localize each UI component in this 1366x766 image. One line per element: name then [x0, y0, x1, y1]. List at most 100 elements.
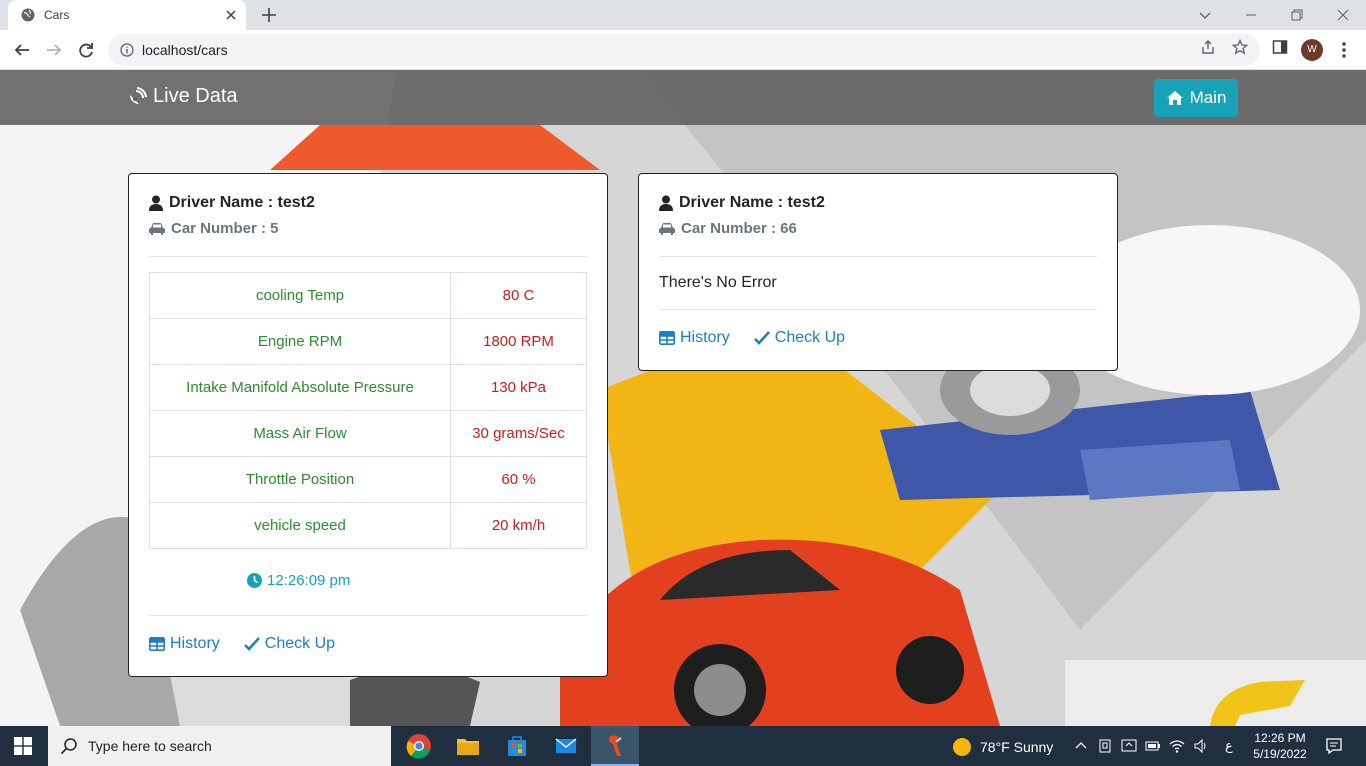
- profile-avatar[interactable]: W: [1301, 39, 1323, 61]
- reading-value: 20 km/h: [450, 502, 587, 549]
- chevron-up-icon[interactable]: [1073, 738, 1089, 754]
- battery-icon[interactable]: [1145, 738, 1161, 754]
- time-text: 12:26:09 pm: [267, 572, 351, 589]
- home-icon: [1166, 91, 1183, 105]
- input-language[interactable]: ع: [1225, 738, 1233, 754]
- car-number-text: Car Number : 66: [681, 220, 797, 237]
- minimize-icon[interactable]: [1239, 4, 1263, 26]
- weather-widget[interactable]: 78°F Sunny: [952, 737, 1053, 757]
- wifi-icon[interactable]: [1169, 738, 1185, 754]
- car-number-text: Car Number : 5: [171, 220, 279, 237]
- site-info-icon[interactable]: [120, 43, 134, 57]
- new-tab-icon[interactable]: [259, 5, 279, 25]
- checkup-label: Check Up: [774, 329, 846, 346]
- top-navbar: Live Data Main: [0, 70, 1366, 125]
- reading-label: cooling Temp: [149, 272, 451, 319]
- reading-value: 80 C: [450, 272, 587, 319]
- driver-name: Driver Name : test2: [659, 194, 825, 212]
- user-icon: [659, 195, 673, 211]
- card-actions: History Check Up: [659, 329, 845, 347]
- clock-icon: [247, 573, 262, 588]
- forward-arrow-icon[interactable]: [44, 40, 64, 60]
- car-number: Car Number : 5: [149, 220, 279, 237]
- reload-icon[interactable]: [76, 40, 96, 60]
- table-row: Intake Manifold Absolute Pressure 130 kP…: [149, 364, 587, 411]
- reading-label: Engine RPM: [149, 318, 451, 365]
- weather-text: 78°F Sunny: [980, 739, 1054, 755]
- checkup-label: Check Up: [264, 635, 336, 652]
- chrome-icon[interactable]: [405, 732, 433, 760]
- volume-icon[interactable]: [1193, 738, 1209, 754]
- main-button[interactable]: Main: [1154, 79, 1238, 117]
- table-icon: [659, 331, 675, 345]
- globe-icon: [21, 8, 35, 22]
- car-icon: [149, 223, 165, 235]
- history-label: History: [680, 329, 730, 346]
- store-icon[interactable]: [503, 732, 531, 760]
- reading-label: Mass Air Flow: [149, 410, 451, 457]
- browser-toolbar: localhost/cars W: [0, 30, 1366, 70]
- driver-name-text: Driver Name : test2: [679, 194, 825, 211]
- back-arrow-icon[interactable]: [12, 40, 32, 60]
- app-icon: [609, 735, 622, 756]
- browser-tabstrip: Cars: [0, 0, 1366, 30]
- reading-label: Intake Manifold Absolute Pressure: [149, 364, 451, 411]
- driver-name-text: Driver Name : test2: [169, 194, 315, 211]
- brand-text: Live Data: [153, 85, 238, 107]
- file-explorer-icon[interactable]: [454, 732, 482, 760]
- reading-value: 60 %: [450, 456, 587, 503]
- reading-value: 130 kPa: [450, 364, 587, 411]
- windows-start-icon[interactable]: [14, 737, 32, 755]
- clock-date: 5/19/2022: [1253, 747, 1307, 761]
- page-viewport: Live Data Main Driver Name : test2 Car N…: [0, 70, 1366, 726]
- close-window-icon[interactable]: [1331, 4, 1355, 26]
- reading-label: Throttle Position: [149, 456, 451, 503]
- reading-value: 30 grams/Sec: [450, 410, 587, 457]
- divider: [659, 309, 1097, 310]
- windows-taskbar: Type here to search 78°F Sunny ع 12:26 P…: [0, 726, 1366, 766]
- more-menu-icon[interactable]: [1336, 40, 1352, 60]
- divider: [149, 615, 587, 616]
- double-check-icon: [243, 637, 260, 651]
- tab-title: Cars: [44, 8, 70, 22]
- search-icon: [60, 738, 77, 755]
- device-icon[interactable]: [1097, 738, 1113, 754]
- checkup-link[interactable]: Check Up: [753, 329, 846, 347]
- mail-icon[interactable]: [552, 732, 580, 760]
- satellite-dish-icon: [130, 86, 147, 104]
- bookmark-star-icon[interactable]: [1232, 39, 1248, 55]
- user-icon: [149, 195, 163, 211]
- reading-label: vehicle speed: [149, 502, 451, 549]
- notification-icon[interactable]: [1325, 737, 1343, 755]
- taskbar-clock[interactable]: 12:26 PM 5/19/2022: [1245, 730, 1315, 762]
- table-row: Engine RPM 1800 RPM: [149, 318, 587, 365]
- checkup-link[interactable]: Check Up: [243, 635, 336, 653]
- clock-time: 12:26 PM: [1254, 731, 1306, 745]
- sun-icon: [953, 738, 971, 756]
- car-icon: [659, 223, 675, 235]
- main-button-label: Main: [1189, 88, 1227, 107]
- share-icon[interactable]: [1200, 39, 1216, 55]
- brand[interactable]: Live Data: [127, 85, 238, 108]
- security-icon[interactable]: [1121, 738, 1137, 754]
- table-row: Throttle Position 60 %: [149, 456, 587, 503]
- history-link[interactable]: History: [659, 329, 730, 347]
- history-link[interactable]: History: [149, 635, 220, 653]
- taskbar-search[interactable]: Type here to search: [48, 726, 391, 766]
- address-bar[interactable]: localhost/cars: [108, 34, 1260, 66]
- browser-tab[interactable]: Cars: [8, 0, 246, 30]
- tab-search-icon[interactable]: [1193, 4, 1217, 26]
- reading-value: 1800 RPM: [450, 318, 587, 365]
- restore-icon[interactable]: [1285, 4, 1309, 26]
- driver-name: Driver Name : test2: [149, 194, 315, 212]
- live-readings-table: cooling Temp 80 C Engine RPM 1800 RPM In…: [149, 272, 587, 549]
- active-app-slot[interactable]: [591, 726, 639, 766]
- divider: [149, 256, 587, 257]
- search-placeholder: Type here to search: [88, 738, 212, 754]
- table-row: cooling Temp 80 C: [149, 272, 587, 319]
- status-message: There's No Error: [659, 274, 777, 291]
- table-row: Mass Air Flow 30 grams/Sec: [149, 410, 587, 457]
- close-tab-icon[interactable]: [222, 6, 240, 24]
- side-panel-icon[interactable]: [1272, 39, 1288, 55]
- last-update-time: 12:26:09 pm: [247, 572, 350, 589]
